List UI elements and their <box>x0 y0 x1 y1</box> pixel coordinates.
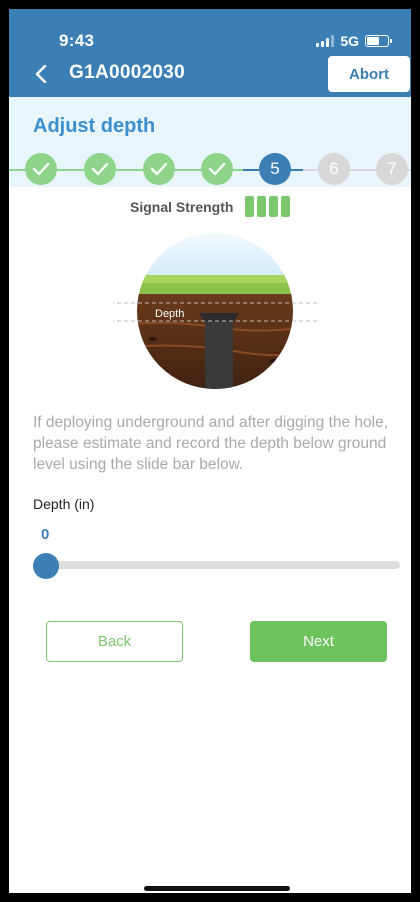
back-button[interactable]: Back <box>46 621 183 662</box>
device-id-title: G1A0002030 <box>69 62 186 83</box>
step-6: 6 <box>318 153 350 185</box>
step-5: 5 <box>259 153 291 185</box>
network-type: 5G <box>340 33 359 49</box>
abort-button[interactable]: Abort <box>328 56 410 92</box>
depth-illustration-label: Depth <box>155 308 184 320</box>
cell-signal-icon <box>316 35 335 47</box>
step-3 <box>143 153 175 185</box>
depth-label: Depth (in) <box>33 496 95 512</box>
battery-icon <box>365 35 392 47</box>
app-header: 9:43 5G G1A0002030 Abort <box>9 9 411 97</box>
step-1 <box>25 153 57 185</box>
depth-slider-track[interactable] <box>45 561 400 569</box>
chevron-left-icon[interactable] <box>33 65 51 83</box>
home-indicator[interactable] <box>144 886 290 891</box>
depth-value: 0 <box>41 526 50 543</box>
step-7: 7 <box>376 153 408 185</box>
check-icon <box>32 162 50 176</box>
signal-strength: Signal Strength <box>130 196 291 217</box>
phone-screen: 9:43 5G G1A0002030 Abort Adjust depth 5 … <box>9 9 411 893</box>
page-title: Adjust depth <box>33 115 156 137</box>
signal-bars-icon <box>245 196 291 217</box>
progress-stepper: 5 6 7 <box>9 150 411 190</box>
step-header: Adjust depth 5 6 7 <box>9 97 411 187</box>
depth-illustration: Depth <box>113 233 317 389</box>
status-time: 9:43 <box>59 31 95 50</box>
depth-slider-thumb[interactable] <box>33 553 59 579</box>
signal-strength-label: Signal Strength <box>130 198 234 215</box>
status-indicators: 5G <box>316 33 392 49</box>
step-4 <box>201 153 233 185</box>
check-icon <box>91 162 109 176</box>
instructions-text: If deploying underground and after diggi… <box>33 414 389 473</box>
next-button[interactable]: Next <box>250 621 387 662</box>
check-icon <box>150 162 168 176</box>
check-icon <box>208 162 226 176</box>
step-2 <box>84 153 116 185</box>
